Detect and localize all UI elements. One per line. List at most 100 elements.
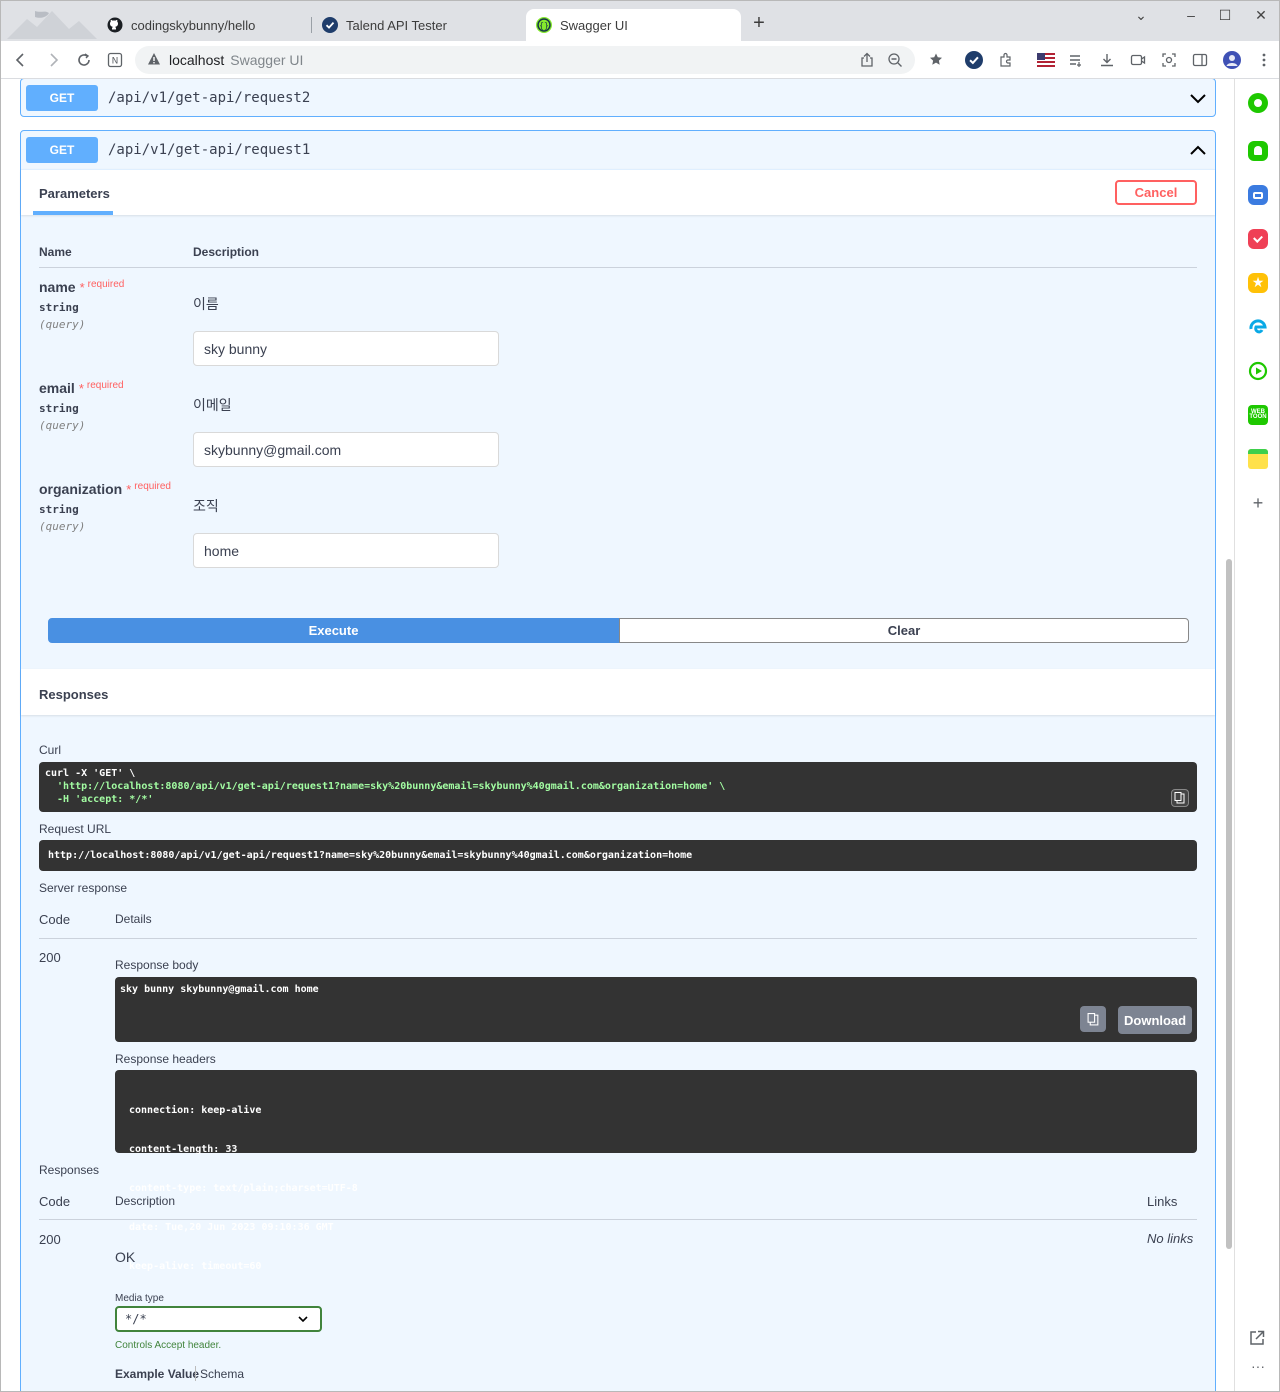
required-label: required bbox=[86, 380, 124, 391]
zoom-out-icon[interactable] bbox=[885, 50, 905, 70]
col-description-header: Description bbox=[115, 1194, 176, 1208]
required-star: * bbox=[79, 280, 85, 295]
sidebar-star-icon[interactable]: ★ bbox=[1248, 273, 1268, 293]
menu-more-icon[interactable] bbox=[1254, 50, 1274, 70]
required-label: required bbox=[87, 279, 125, 290]
curl-line: -H 'accept: */*' bbox=[45, 794, 154, 805]
address-bar[interactable]: localhost Swagger UI bbox=[135, 46, 915, 74]
schema-tab[interactable]: Schema bbox=[200, 1367, 244, 1381]
response-headers-block[interactable]: connection: keep-alive content-length: 3… bbox=[115, 1070, 1197, 1272]
tab-title: Talend API Tester bbox=[346, 17, 447, 33]
share-icon[interactable] bbox=[857, 50, 877, 70]
sidebar-green-circle-icon[interactable] bbox=[1248, 93, 1268, 113]
method-badge: GET bbox=[26, 137, 98, 163]
new-tab-button[interactable]: + bbox=[749, 13, 769, 33]
talend-extension-icon[interactable] bbox=[964, 50, 984, 70]
opblock-summary-request2[interactable]: GET /api/v1/get-api/request2 bbox=[21, 79, 1215, 117]
response-body-block[interactable]: sky bunny skybunny@gmail.com home bbox=[115, 977, 1197, 1042]
opblock-summary-request1[interactable]: GET /api/v1/get-api/request1 bbox=[21, 131, 1215, 169]
svg-text:N: N bbox=[112, 57, 119, 67]
reload-icon[interactable] bbox=[74, 50, 94, 70]
sidebar-briefcase-icon[interactable] bbox=[1248, 185, 1268, 205]
sidebar-toggle-icon[interactable] bbox=[1190, 50, 1210, 70]
col-name-header: Name bbox=[39, 245, 72, 259]
download-button[interactable]: Download bbox=[1118, 1006, 1193, 1034]
browser-sidebar: ★ WEB TOON + ··· bbox=[1234, 79, 1279, 1391]
col-code-header: Code bbox=[39, 1194, 71, 1209]
response-body-label: Response body bbox=[115, 958, 199, 972]
tab-swagger[interactable]: {} Swagger UI bbox=[526, 9, 741, 41]
maximize-icon[interactable]: ☐ bbox=[1210, 5, 1240, 25]
required-label: required bbox=[134, 481, 171, 492]
media-type-select[interactable]: */* bbox=[115, 1306, 322, 1332]
address-title: Swagger UI bbox=[230, 52, 304, 68]
example-value-tab[interactable]: Example Value bbox=[115, 1367, 199, 1381]
sidebar-external-link-icon[interactable] bbox=[1248, 1329, 1268, 1349]
naver-icon[interactable]: N bbox=[105, 50, 125, 70]
favorites-icon[interactable] bbox=[927, 50, 947, 70]
scrollbar-thumb[interactable] bbox=[1226, 559, 1232, 1249]
tab-divider bbox=[195, 1366, 196, 1381]
chevron-up-icon[interactable] bbox=[1189, 141, 1207, 159]
reading-list-icon[interactable] bbox=[1066, 50, 1086, 70]
curl-block[interactable]: curl -X 'GET' \ 'http://localhost:8080/a… bbox=[39, 762, 1197, 812]
header-line: content-type: text/plain;charset=UTF-8 bbox=[129, 1183, 358, 1194]
tab-talend[interactable]: Talend API Tester bbox=[312, 9, 526, 41]
divider bbox=[39, 938, 1197, 939]
responses-header: Responses bbox=[21, 669, 1215, 715]
tab-github[interactable]: codingskybunny/hello bbox=[97, 9, 312, 41]
screenshot-icon[interactable] bbox=[1159, 50, 1179, 70]
opblock-request2: GET /api/v1/get-api/request2 bbox=[20, 79, 1216, 117]
extensions-icon[interactable] bbox=[996, 50, 1016, 70]
email-input[interactable]: skybunny@gmail.com bbox=[193, 432, 499, 467]
close-window-icon[interactable]: ✕ bbox=[1246, 5, 1276, 25]
browser-toolbar: N localhost Swagger UI bbox=[1, 41, 1279, 79]
request-url-block[interactable]: http://localhost:8080/api/v1/get-api/req… bbox=[39, 840, 1197, 871]
sidebar-note-icon[interactable] bbox=[1248, 449, 1268, 469]
copy-icon bbox=[1087, 1012, 1098, 1025]
media-type-label: Media type bbox=[115, 1293, 164, 1304]
sidebar-play-icon[interactable] bbox=[1248, 361, 1268, 381]
organization-input[interactable]: home bbox=[193, 533, 499, 568]
chevron-down-icon bbox=[298, 1316, 308, 1323]
param-name-cell: organization * required string (query) bbox=[39, 481, 171, 533]
clear-button[interactable]: Clear bbox=[619, 618, 1189, 643]
forward-icon[interactable] bbox=[43, 50, 63, 70]
profile-avatar-icon[interactable] bbox=[1222, 50, 1242, 70]
video-icon[interactable] bbox=[1128, 50, 1148, 70]
page-scrollbar[interactable] bbox=[1224, 79, 1234, 1391]
copy-body-button[interactable] bbox=[1080, 1006, 1106, 1032]
tab-search-chevron-icon[interactable]: ⌄ bbox=[1126, 5, 1156, 25]
param-description: 조직 bbox=[193, 498, 219, 514]
chevron-down-icon[interactable] bbox=[1189, 89, 1207, 107]
back-icon[interactable] bbox=[11, 50, 31, 70]
copy-curl-button[interactable] bbox=[1171, 789, 1189, 807]
minimize-icon[interactable]: – bbox=[1176, 5, 1206, 25]
param-description: 이메일 bbox=[193, 397, 232, 413]
sidebar-webtoon-icon[interactable]: WEB TOON bbox=[1248, 405, 1268, 425]
sidebar-pocket-icon[interactable] bbox=[1248, 229, 1268, 249]
col-description-header: Description bbox=[193, 245, 260, 259]
svg-text:{}: {} bbox=[539, 21, 549, 30]
tab-underline bbox=[33, 211, 113, 215]
spec-response-code: 200 bbox=[39, 1232, 61, 1247]
spec-response-links: No links bbox=[1147, 1231, 1194, 1246]
address-host: localhost bbox=[169, 52, 225, 68]
sidebar-notification-icon[interactable] bbox=[1248, 141, 1268, 161]
header-line: keep-alive: timeout=60 bbox=[129, 1261, 262, 1272]
theme-decoration-icon bbox=[7, 11, 97, 39]
execute-button[interactable]: Execute bbox=[48, 618, 619, 643]
sidebar-edge-icon[interactable] bbox=[1248, 317, 1268, 337]
operation-path: /api/v1/get-api/request1 bbox=[108, 142, 311, 158]
controls-accept-note: Controls Accept header. bbox=[115, 1340, 222, 1351]
translate-flag-icon[interactable] bbox=[1036, 50, 1056, 70]
sidebar-add-icon[interactable]: + bbox=[1248, 493, 1268, 513]
opblock-body: Parameters Cancel Name Description name *… bbox=[21, 169, 1215, 1391]
download-icon[interactable] bbox=[1097, 50, 1117, 70]
param-in: (query) bbox=[39, 318, 86, 331]
sidebar-more-icon[interactable]: ··· bbox=[1248, 1359, 1268, 1379]
cancel-button[interactable]: Cancel bbox=[1115, 180, 1197, 205]
media-type-value: */* bbox=[125, 1312, 147, 1326]
tab-parameters[interactable]: Parameters bbox=[39, 186, 110, 201]
name-input[interactable]: sky bunny bbox=[193, 331, 499, 366]
